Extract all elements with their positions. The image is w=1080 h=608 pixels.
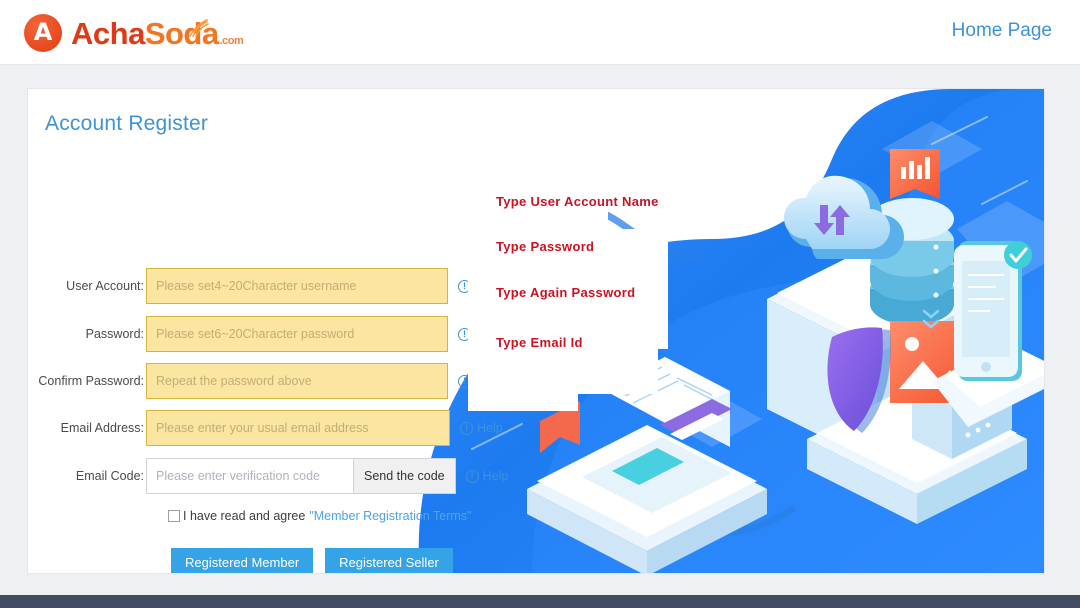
password-label: Password: <box>85 327 144 341</box>
brand-logo[interactable]: A AchaSoda.com <box>24 11 244 55</box>
email-code-input[interactable] <box>146 458 354 494</box>
annotation-confirm-password: Type Again Password <box>496 285 636 300</box>
brand-wordmark: AchaSoda.com <box>71 15 244 51</box>
email-address-input[interactable] <box>146 410 450 446</box>
confirm-password-input[interactable] <box>146 363 448 399</box>
registered-seller-button[interactable]: Registered Seller <box>325 548 453 573</box>
password-input[interactable] <box>146 316 448 352</box>
info-icon: ! <box>460 421 473 435</box>
brand-name-tld: .com <box>219 34 244 47</box>
terms-agreement-row: I have read and agree "Member Registrati… <box>168 509 472 523</box>
register-actions: Registered Member Registered Seller <box>171 548 453 573</box>
site-header: A AchaSoda.com Home Page <box>0 0 1080 65</box>
form-row-email-address: Email Address: ! Help <box>28 409 503 447</box>
brand-logo-letter: A <box>33 18 53 46</box>
user-account-label: User Account: <box>66 279 144 293</box>
help-label: Help <box>482 469 509 483</box>
member-registration-terms-link[interactable]: "Member Registration Terms" <box>309 509 471 523</box>
email-address-label: Email Address: <box>60 421 144 435</box>
form-row-password: Password: ! Help <box>28 315 501 353</box>
annotation-password: Type Password <box>496 239 595 254</box>
annotation-email-address: Type Email Id <box>496 335 583 350</box>
brand-name-part1: Acha <box>71 15 145 51</box>
help-label: Help <box>477 421 503 435</box>
info-icon: ! <box>465 469 479 483</box>
sprout-icon <box>189 19 209 37</box>
brand-logo-icon: A <box>24 14 62 52</box>
email-address-help-link[interactable]: ! Help <box>460 421 503 435</box>
user-account-input[interactable] <box>146 268 448 304</box>
terms-text: I have read and agree <box>183 509 306 523</box>
registered-member-button[interactable]: Registered Member <box>171 548 314 573</box>
form-row-user-account: User Account: ! Help <box>28 267 501 305</box>
email-code-label: Email Code: <box>75 469 144 483</box>
form-row-email-code: Email Code: Send the code ! Help <box>28 457 508 495</box>
send-the-code-button[interactable]: Send the code <box>353 458 456 494</box>
annotation-user-account: Type User Account Name <box>496 194 659 209</box>
page-viewport: A AchaSoda.com Home Page Account Registe… <box>0 0 1080 608</box>
home-page-link[interactable]: Home Page <box>952 20 1052 42</box>
confirm-password-label: Confirm Password: <box>38 374 144 388</box>
register-card: Account Register User Account: ! Help Pa… <box>27 88 1045 574</box>
form-row-confirm-password: Confirm Password: ! Help <box>28 362 501 400</box>
window-bottom-bar <box>0 595 1080 608</box>
email-code-help-link[interactable]: ! Help <box>465 469 509 483</box>
terms-checkbox[interactable] <box>168 510 180 522</box>
